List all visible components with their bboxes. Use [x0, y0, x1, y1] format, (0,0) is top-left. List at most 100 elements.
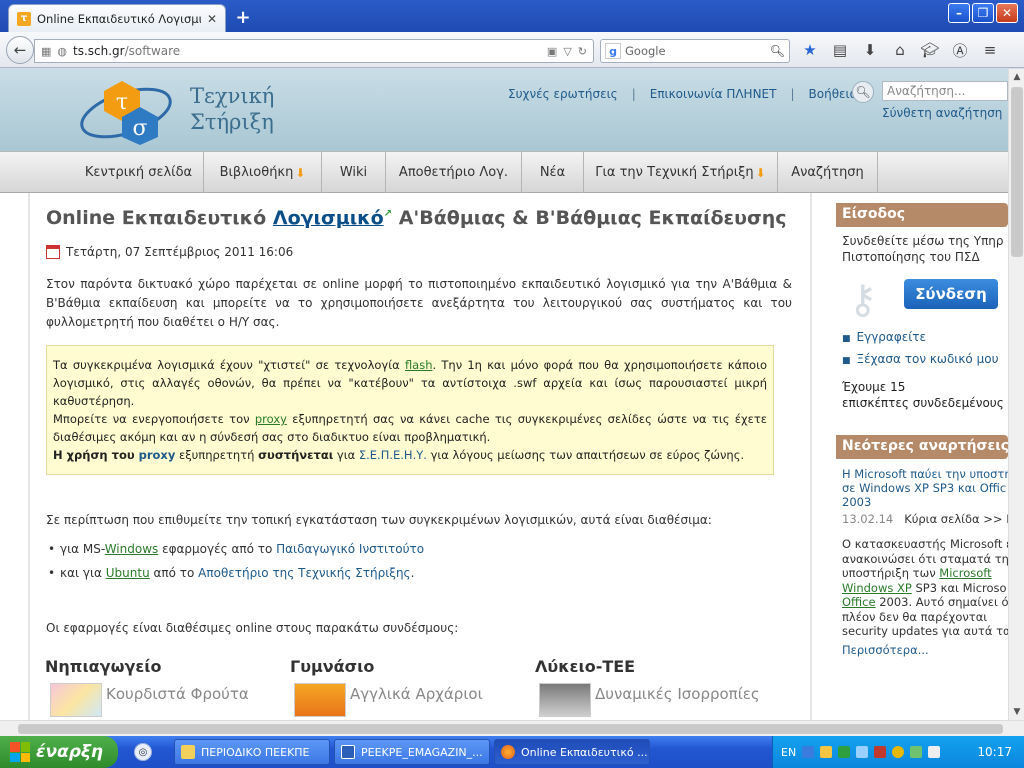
contact-link[interactable]: Επικοινωνία ΠΛΗΝΕΤ [650, 87, 777, 101]
office-link[interactable]: Office [842, 595, 876, 609]
app-thumbnail[interactable] [50, 683, 102, 717]
windows-xp-link[interactable]: Windows XP [842, 581, 912, 595]
reader-view-icon[interactable]: ▣ [547, 45, 557, 58]
site-search-input[interactable]: Αναζήτηση... [882, 81, 1008, 101]
windows-flag-icon [10, 742, 30, 762]
tray-security-icon[interactable] [874, 746, 887, 758]
graduation-cap-icon[interactable]: 🎓︎ [920, 40, 940, 60]
menu-item-search[interactable]: Αναζήτηση [778, 152, 878, 193]
dropdown-arrow-icon: ⬇ [295, 165, 306, 180]
external-link-icon: ↗ [383, 208, 393, 220]
quick-launch-icon[interactable]: ◎ [134, 743, 152, 761]
faq-link[interactable]: Συχνές ερωτήσεις [508, 87, 618, 101]
advanced-search-link[interactable]: Σύνθετη αναζήτηση [882, 106, 1002, 120]
menu-item-wiki[interactable]: Wiki [322, 152, 386, 193]
login-button[interactable]: Σύνδεση [904, 279, 998, 309]
pedagogical-institute-link[interactable]: Παιδαγωγικό Ινστιτούτο [276, 542, 424, 556]
proxy-link[interactable]: proxy [255, 412, 287, 426]
menu-item-about[interactable]: Για την Τεχνική Στήριξη ⬇ [584, 152, 778, 193]
restore-button[interactable]: ❐ [972, 3, 994, 23]
new-tab-button[interactable]: + [232, 6, 254, 28]
reload-icon[interactable]: ↻ [578, 45, 587, 58]
home-icon[interactable]: ⌂ [890, 40, 910, 60]
globe-icon: ◍ [57, 44, 68, 58]
minimize-button[interactable]: – [948, 3, 970, 23]
app-entry[interactable]: Κουρδιστά Φρούτα [50, 683, 249, 717]
menu-item-news[interactable]: Νέα [522, 152, 584, 193]
browser-tab[interactable]: τ Online Εκπαιδευτικό Λογισμικό Α'... ✕ [8, 4, 226, 32]
account-links: ■ Εγγραφείτε ■ Ξέχασα τον κωδικό μου [842, 330, 999, 366]
taskbar-item-browser[interactable]: Online Εκπαιδευτικό ... [494, 739, 650, 765]
app-link[interactable]: Κουρδιστά Φρούτα [106, 685, 249, 703]
url-text: ts.sch.gr/software [73, 44, 181, 58]
article-intro: Στον παρόντα δικτυακό χώρο παρέχεται σε … [46, 277, 792, 329]
article-shadow-right [810, 193, 812, 720]
start-button[interactable]: έναρξη [0, 736, 118, 768]
system-tray: EN 10:17 [772, 736, 1024, 768]
taskbar-item-document[interactable]: PEEKPE_EMAGAZIN_... [334, 739, 490, 765]
vertical-scrollbar[interactable]: ▲ ▼ [1008, 69, 1024, 720]
magnifier-icon[interactable]: 🔍︎ [852, 81, 874, 103]
menu-item-repository[interactable]: Αποθετήριο Λογ. [386, 152, 522, 193]
hscroll-thumb[interactable] [18, 724, 1003, 734]
clock: 10:17 [977, 745, 1012, 759]
scroll-down-icon[interactable]: ▼ [1009, 704, 1024, 720]
language-indicator[interactable]: EN [781, 746, 796, 759]
forgot-password-link[interactable]: Ξέχασα τον κωδικό μου [857, 352, 999, 366]
word-icon [341, 745, 355, 759]
bookmark-star-icon[interactable]: ★ [800, 40, 820, 60]
back-arrow-icon[interactable]: ← [6, 36, 34, 64]
tray-shield-icon[interactable] [820, 746, 833, 758]
tray-sync-icon[interactable] [856, 746, 869, 758]
article: Online Εκπαιδευτικό Λογισμικό↗ Α'Βάθμιας… [30, 193, 810, 720]
tray-help-icon[interactable] [802, 746, 815, 758]
tray-network-icon[interactable] [838, 746, 851, 758]
app-thumbnail[interactable] [294, 683, 346, 717]
proxy-link-2[interactable]: proxy [139, 448, 176, 462]
windows-link[interactable]: Windows [105, 542, 159, 556]
tray-app-icon[interactable] [910, 746, 923, 758]
scroll-thumb[interactable] [1011, 87, 1023, 257]
horizontal-scrollbar[interactable] [0, 720, 1024, 736]
app-link[interactable]: Δυναμικές Ισορροπίες [595, 685, 760, 703]
app-link[interactable]: Αγγλικά Αρχάριοι [350, 685, 483, 703]
translate-icon[interactable]: Ⓐ [950, 40, 970, 60]
history-dropdown-icon[interactable]: ▽ [563, 45, 571, 58]
menu-item-home[interactable]: Κεντρική σελίδα [74, 152, 204, 193]
help-link[interactable]: Βοήθεια [809, 87, 858, 101]
news-item-body: Ο κατασκευαστής Microsoft έ ανακοινώσει … [842, 537, 1008, 638]
tray-update-icon[interactable] [892, 746, 905, 758]
sepehy-link[interactable]: Σ.Ε.Π.Ε.Η.Υ. [359, 448, 427, 462]
folder-icon [181, 745, 195, 759]
register-link[interactable]: Εγγραφείτε [857, 330, 927, 344]
close-window-button[interactable]: ✕ [996, 3, 1018, 23]
ubuntu-link[interactable]: Ubuntu [106, 566, 150, 580]
toolbar-icons: ★ ▤ ⬇ ⌂ 🎓︎ Ⓐ ≡ [800, 40, 1000, 60]
tray-volume-icon[interactable] [928, 746, 941, 758]
download-icon[interactable]: ⬇ [860, 40, 880, 60]
read-more-link[interactable]: Περισσότερα... [842, 643, 1002, 657]
page-viewport: τ σ Τεχνική Στήριξη Συχνές ερωτήσεις | Ε… [0, 69, 1008, 720]
taskbar-item-folder[interactable]: ΠΕΡΙΟΔΙΚΟ ΠΕΕΚΠΕ [174, 739, 330, 765]
sidebar: Είσοδος Συνδεθείτε μέσω της Υπηρ Πιστοπο… [836, 203, 1008, 663]
main-menu: Κεντρική σελίδα Βιβλιοθήκη ⬇ Wiki Αποθετή… [0, 151, 1008, 193]
category-heading-lyceum: Λύκειο-ΤΕΕ [535, 657, 636, 676]
tab-close-icon[interactable]: ✕ [207, 12, 217, 26]
app-entry[interactable]: Δυναμικές Ισορροπίες [539, 683, 760, 717]
app-thumbnail[interactable] [539, 683, 591, 717]
repository-link[interactable]: Αποθετήριο της Τεχνικής Στήριξης [198, 566, 410, 580]
title-keyword-link[interactable]: Λογισμικό [273, 207, 384, 229]
search-bar[interactable]: g Google 🔍︎ [600, 39, 790, 63]
news-item-title[interactable]: Η Microsoft παύει την υποστή σε Windows … [842, 467, 1008, 509]
url-bar[interactable]: ▦ ◍ ts.sch.gr/software ▣ ▽ ↻ [34, 39, 594, 63]
menu-item-library[interactable]: Βιβλιοθήκη ⬇ [204, 152, 322, 193]
menu-icon[interactable]: ≡ [980, 40, 1000, 60]
scroll-up-icon[interactable]: ▲ [1009, 69, 1024, 85]
svg-text:σ: σ [132, 116, 147, 141]
search-icon[interactable]: 🔍︎ [770, 44, 785, 58]
microsoft-link[interactable]: Microsoft [939, 566, 991, 580]
google-icon[interactable]: g [605, 43, 621, 59]
bookmarks-list-icon[interactable]: ▤ [830, 40, 850, 60]
flash-link[interactable]: flash [405, 358, 433, 372]
app-entry[interactable]: Αγγλικά Αρχάριοι [294, 683, 483, 717]
